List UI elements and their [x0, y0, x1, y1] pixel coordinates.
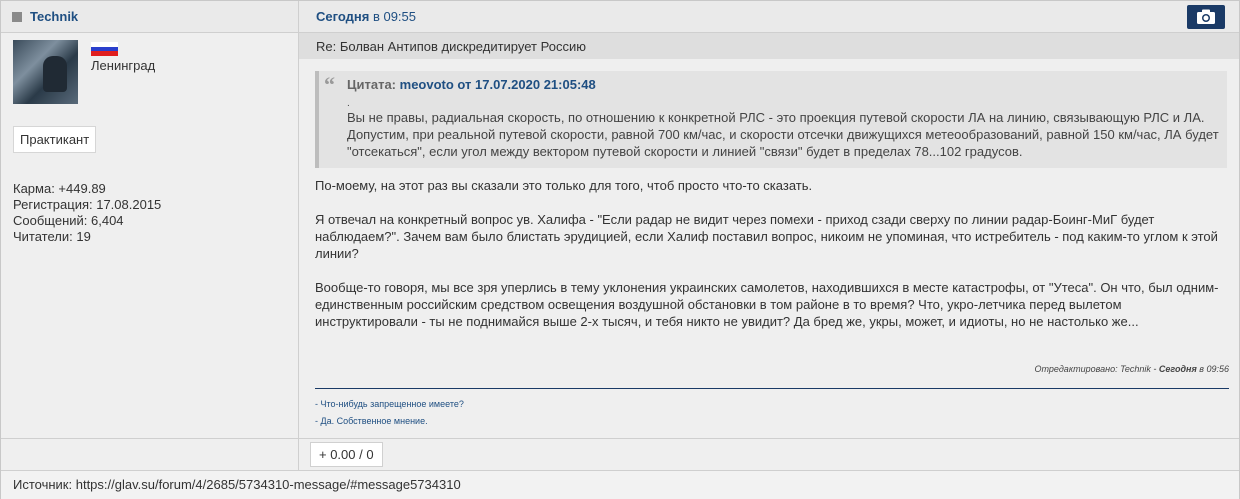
avatar[interactable] — [13, 40, 78, 104]
post-header-author: Technik — [1, 1, 299, 33]
quote-body-text: Вы не правы, радиальная скорость, по отн… — [347, 110, 1219, 159]
author-sidebar: Ленинград Практикант Карма: +449.89 Реги… — [1, 33, 299, 438]
post-date-time: в 09:55 — [372, 9, 417, 24]
flag-stripe-red — [91, 51, 118, 56]
post-content: Re: Болван Антипов дискредитирует Россию… — [299, 33, 1239, 438]
signature-divider — [315, 388, 1229, 389]
camera-icon — [1197, 9, 1215, 24]
footer-left — [1, 438, 299, 470]
footer-rating: + 0.00 / 0 — [299, 438, 1239, 470]
quote-mark-icon: “ — [324, 72, 335, 97]
quote-text: . Вы не правы, радиальная скорость, по о… — [347, 99, 1223, 160]
quote-header: Цитата: meovoto от 17.07.2020 21:05:48 — [347, 77, 596, 92]
author-stats: Карма: +449.89 Регистрация: 17.08.2015 С… — [13, 181, 161, 245]
signature-line: - Что-нибудь запрещенное имеете? — [315, 399, 464, 409]
author-messages-count: Сообщений: 6,404 — [13, 213, 124, 228]
author-karma: Карма: +449.89 — [13, 181, 106, 196]
quote-author-link[interactable]: meovoto от 17.07.2020 21:05:48 — [400, 77, 596, 92]
screenshot-button[interactable] — [1187, 5, 1225, 29]
post-subject-bar: Re: Болван Антипов дискредитирует Россию — [299, 33, 1239, 59]
edited-day: Сегодня — [1158, 364, 1197, 374]
author-username-link[interactable]: Technik — [30, 9, 78, 24]
post-paragraph: По-моему, на этот раз вы сказали это тол… — [315, 178, 813, 193]
author-rank-badge: Практикант — [13, 126, 97, 153]
country-flag-icon — [91, 42, 118, 56]
quote-block: “ Цитата: meovoto от 17.07.2020 21:05:48… — [315, 71, 1227, 168]
post-paragraph: Я отвечал на конкретный вопрос ув. Халиф… — [315, 212, 1218, 261]
quote-dot: . — [347, 98, 350, 109]
forum-post: Technik Сегодня в 09:55 Ленинград Практи… — [0, 0, 1240, 499]
post-subject: Re: Болван Антипов дискредитирует Россию — [316, 39, 586, 54]
rating-button[interactable]: + 0.00 / 0 — [310, 442, 383, 467]
post-date: Сегодня в 09:55 — [316, 9, 416, 24]
post-header-date: Сегодня в 09:55 — [299, 1, 1239, 33]
post-paragraph: Вообще-то говоря, мы все зря уперлись в … — [315, 280, 1219, 329]
online-status-icon — [12, 12, 22, 22]
source-link[interactable]: Источник: https://glav.su/forum/4/2685/5… — [13, 477, 461, 492]
signature-line: - Да. Собственное мнение. — [315, 416, 428, 426]
author-readers-count: Читатели: 19 — [13, 229, 91, 244]
edited-time: в 09:56 — [1199, 364, 1229, 374]
source-footer: Источник: https://glav.su/forum/4/2685/5… — [1, 470, 1239, 499]
post-body: По-моему, на этот раз вы сказали это тол… — [315, 177, 1227, 347]
author-registration: Регистрация: 17.08.2015 — [13, 197, 162, 212]
quote-prefix: Цитата: — [347, 77, 397, 92]
edited-prefix: Отредактировано: Technik - — [1034, 364, 1157, 374]
edited-note: Отредактировано: Technik - Сегодня в 09:… — [1035, 364, 1229, 374]
author-city: Ленинград — [91, 58, 156, 73]
post-date-day: Сегодня — [316, 9, 370, 24]
